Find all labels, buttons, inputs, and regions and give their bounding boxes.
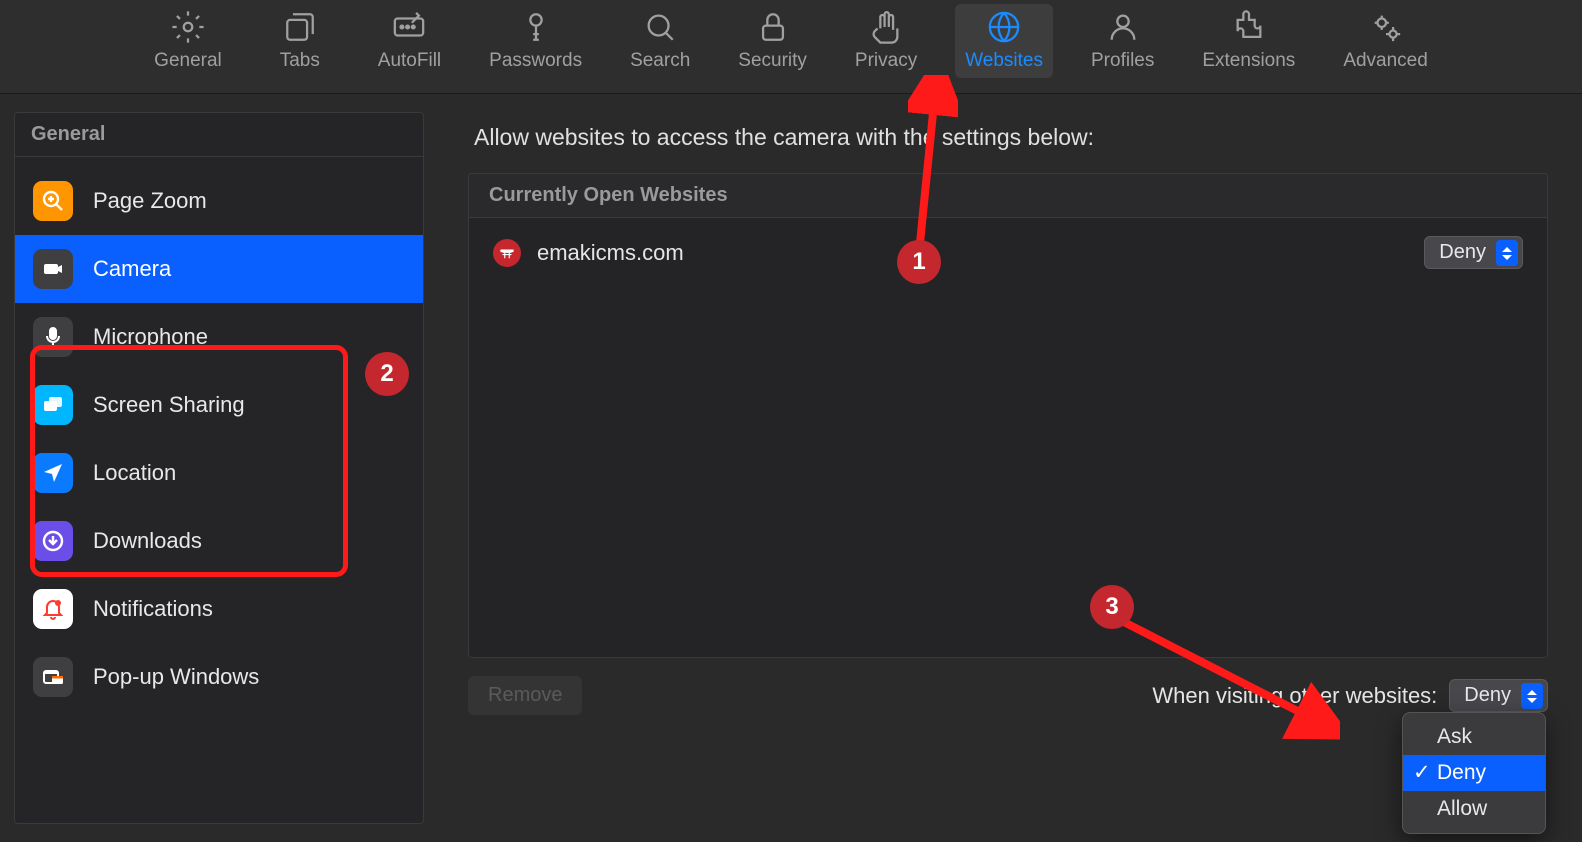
tab-search[interactable]: Search: [620, 4, 700, 78]
content-title: Allow websites to access the camera with…: [468, 124, 1548, 151]
puzzle-icon: [1232, 10, 1266, 44]
hand-icon: [869, 10, 903, 44]
sidebar-item-label: Screen Sharing: [93, 392, 245, 418]
person-icon: [1106, 10, 1140, 44]
chevron-updown-icon: [1521, 683, 1543, 709]
preferences-toolbar: General Tabs AutoFill Passwords Search S…: [0, 0, 1582, 94]
zoom-plus-icon: [33, 181, 73, 221]
popups-icon: [33, 657, 73, 697]
sidebar-item-location[interactable]: Location: [15, 439, 423, 507]
other-websites-group: When visiting other websites: Deny: [1152, 679, 1548, 712]
tab-autofill[interactable]: AutoFill: [368, 4, 451, 78]
remove-button[interactable]: Remove: [468, 676, 582, 715]
autofill-icon: [392, 10, 426, 44]
tab-profiles[interactable]: Profiles: [1081, 4, 1164, 78]
lock-icon: [756, 10, 790, 44]
tab-general[interactable]: General: [144, 4, 232, 78]
gears-icon: [1369, 10, 1403, 44]
sidebar-item-label: Microphone: [93, 324, 208, 350]
other-websites-label: When visiting other websites:: [1152, 683, 1437, 709]
search-icon: [643, 10, 677, 44]
download-icon: [33, 521, 73, 561]
select-value: Deny: [1439, 241, 1486, 264]
sidebar-item-label: Notifications: [93, 596, 213, 622]
sidebar-item-label: Location: [93, 460, 176, 486]
website-row[interactable]: emakicms.com Deny: [469, 218, 1547, 287]
site-favicon: [493, 239, 521, 267]
sidebar-item-downloads[interactable]: Downloads: [15, 507, 423, 575]
dropdown-option-ask[interactable]: Ask: [1403, 719, 1545, 755]
sidebar-item-label: Pop-up Windows: [93, 664, 259, 690]
select-value: Deny: [1464, 684, 1511, 707]
chevron-updown-icon: [1496, 240, 1518, 266]
key-icon: [519, 10, 553, 44]
site-permission-select[interactable]: Deny: [1424, 236, 1523, 269]
mic-icon: [33, 317, 73, 357]
dropdown-option-deny[interactable]: Deny: [1403, 755, 1545, 791]
dropdown-menu: Ask Deny Allow: [1402, 712, 1546, 834]
globe-icon: [987, 10, 1021, 44]
sidebar-item-camera[interactable]: Camera: [15, 235, 423, 303]
tabs-icon: [283, 10, 317, 44]
tab-security[interactable]: Security: [728, 4, 817, 78]
screens-icon: [33, 385, 73, 425]
sidebar-list: Page Zoom Camera Microphone Screen Shari…: [15, 157, 423, 721]
sidebar-item-label: Camera: [93, 256, 171, 282]
main-area: General Page Zoom Camera Microphone: [0, 94, 1582, 842]
tab-privacy[interactable]: Privacy: [845, 4, 927, 78]
website-list-panel: Currently Open Websites emakicms.com Den…: [468, 173, 1548, 658]
tab-passwords[interactable]: Passwords: [479, 4, 592, 78]
sidebar-item-label: Downloads: [93, 528, 202, 554]
tab-websites[interactable]: Websites: [955, 4, 1053, 78]
sidebar-item-microphone[interactable]: Microphone: [15, 303, 423, 371]
sidebar-item-screen-sharing[interactable]: Screen Sharing: [15, 371, 423, 439]
location-arrow-icon: [33, 453, 73, 493]
other-websites-select[interactable]: Deny: [1449, 679, 1548, 712]
tab-advanced[interactable]: Advanced: [1333, 4, 1438, 78]
content-panel: Allow websites to access the camera with…: [448, 112, 1568, 824]
gear-icon: [171, 10, 205, 44]
bell-icon: [33, 589, 73, 629]
footer-row: Remove When visiting other websites: Den…: [468, 676, 1548, 715]
sidebar-item-page-zoom[interactable]: Page Zoom: [15, 167, 423, 235]
sidebar-header: General: [15, 113, 423, 157]
dropdown-option-allow[interactable]: Allow: [1403, 791, 1545, 827]
tab-extensions[interactable]: Extensions: [1192, 4, 1305, 78]
sidebar-item-popup-windows[interactable]: Pop-up Windows: [15, 643, 423, 711]
camera-icon: [33, 249, 73, 289]
sidebar: General Page Zoom Camera Microphone: [14, 112, 424, 824]
site-name: emakicms.com: [537, 240, 684, 266]
sidebar-item-notifications[interactable]: Notifications: [15, 575, 423, 643]
sidebar-item-label: Page Zoom: [93, 188, 207, 214]
site-info: emakicms.com: [493, 239, 684, 267]
tab-tabs[interactable]: Tabs: [260, 4, 340, 78]
list-header: Currently Open Websites: [469, 174, 1547, 218]
